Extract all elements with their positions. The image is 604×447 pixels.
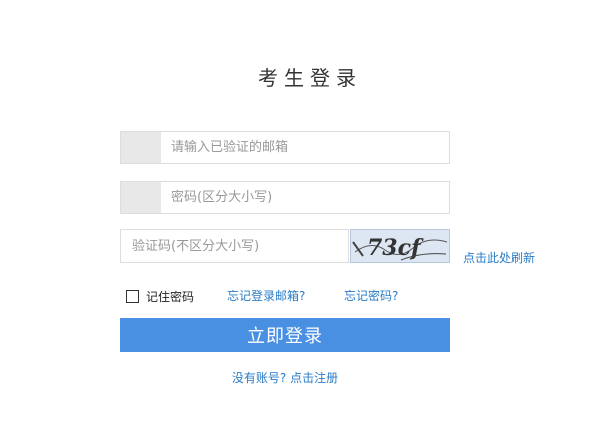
password-input[interactable]: [171, 182, 441, 213]
captcha-graphic: 73cf: [351, 230, 449, 262]
email-field-container: [120, 131, 450, 164]
register-link[interactable]: 没有账号? 点击注册: [0, 369, 570, 386]
page-title: 考生登录: [258, 66, 362, 90]
captcha-input[interactable]: [132, 230, 342, 262]
captcha-image[interactable]: 73cf: [350, 229, 450, 263]
remember-checkbox[interactable]: [126, 290, 139, 303]
forgot-email-link[interactable]: 忘记登录邮箱?: [227, 287, 305, 304]
captcha-text: 73cf: [367, 235, 424, 261]
remember-label: 记住密码: [146, 290, 195, 304]
captcha-field-container: [120, 229, 349, 263]
login-button[interactable]: 立即登录: [120, 318, 450, 352]
password-field-container: [120, 181, 450, 214]
lock-icon: [121, 182, 161, 213]
email-input[interactable]: [171, 132, 441, 163]
refresh-captcha-link[interactable]: 点击此处刷新: [463, 249, 535, 266]
forgot-password-link[interactable]: 忘记密码?: [344, 287, 398, 304]
remember-password[interactable]: 记住密码: [126, 288, 194, 305]
email-icon: [121, 132, 161, 163]
